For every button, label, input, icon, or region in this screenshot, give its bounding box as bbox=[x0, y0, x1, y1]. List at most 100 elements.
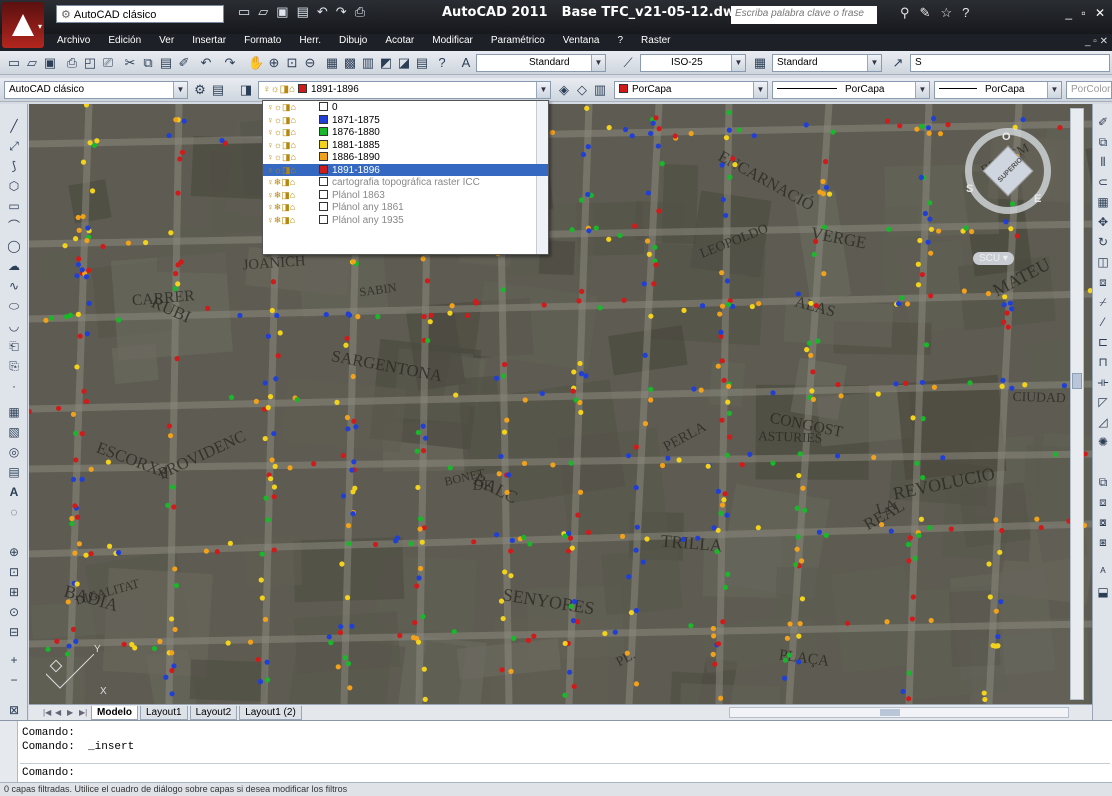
building-dot[interactable] bbox=[723, 212, 729, 219]
menu-item-archivo[interactable]: Archivo bbox=[48, 34, 99, 50]
building-dot[interactable] bbox=[346, 541, 352, 547]
building-dot[interactable] bbox=[70, 626, 77, 632]
building-dot[interactable] bbox=[172, 286, 178, 292]
tab-layout1[interactable]: Layout1 bbox=[140, 706, 188, 720]
multiline-text-icon[interactable]: A bbox=[6, 484, 22, 500]
zoom-scale-icon[interactable]: ⊞ bbox=[6, 584, 22, 600]
save-as-icon[interactable]: ▤ bbox=[297, 4, 309, 20]
menu-item-paramétrico[interactable]: Paramétrico bbox=[482, 34, 554, 50]
arc-icon[interactable]: ⌒ bbox=[6, 218, 22, 234]
scrollbar-thumb[interactable] bbox=[880, 709, 900, 716]
building-dot[interactable] bbox=[720, 619, 726, 625]
building-dot[interactable] bbox=[1022, 382, 1028, 388]
tab-layout1-2-[interactable]: Layout1 (2) bbox=[239, 706, 302, 720]
building-dot[interactable] bbox=[219, 137, 225, 144]
building-dot[interactable] bbox=[688, 623, 694, 629]
building-dot[interactable] bbox=[422, 696, 428, 702]
building-dot[interactable] bbox=[725, 571, 731, 577]
building-dot[interactable] bbox=[265, 333, 271, 339]
building-dot[interactable] bbox=[585, 144, 591, 150]
building-dot[interactable] bbox=[414, 448, 420, 454]
layer-combo[interactable]: ♀☼◨⌂ 1891-1896 ▼ bbox=[258, 81, 551, 99]
building-dot[interactable] bbox=[501, 361, 508, 368]
building-dot[interactable] bbox=[345, 661, 352, 667]
building-dot[interactable] bbox=[922, 210, 928, 217]
building-dot[interactable] bbox=[573, 397, 579, 403]
color-combo[interactable]: PorCapa ▼ bbox=[614, 81, 768, 99]
building-dot[interactable] bbox=[63, 314, 70, 320]
building-dot[interactable] bbox=[606, 124, 612, 131]
scrollbar-thumb[interactable] bbox=[1072, 373, 1082, 389]
building-dot[interactable] bbox=[793, 562, 799, 568]
building-dot[interactable] bbox=[928, 617, 934, 624]
polyline-icon[interactable]: ⟆ bbox=[6, 158, 22, 174]
building-dot[interactable] bbox=[343, 342, 349, 348]
building-dot[interactable] bbox=[711, 633, 717, 639]
building-dot[interactable] bbox=[171, 663, 177, 669]
building-dot[interactable] bbox=[334, 399, 340, 405]
building-dot[interactable] bbox=[1014, 233, 1020, 239]
blend-icon[interactable]: ◿ bbox=[1095, 414, 1111, 430]
multileader-style-combo[interactable]: S bbox=[910, 54, 1110, 72]
building-dot[interactable] bbox=[715, 363, 721, 369]
gradient-icon[interactable]: ▧ bbox=[6, 424, 22, 440]
building-dot[interactable] bbox=[373, 541, 379, 548]
building-dot[interactable] bbox=[680, 536, 686, 543]
building-dot[interactable] bbox=[420, 256, 426, 262]
layer-state-icons[interactable]: ♀☼◨⌂ bbox=[267, 114, 319, 126]
building-dot[interactable] bbox=[355, 314, 361, 320]
building-dot[interactable] bbox=[415, 484, 421, 491]
building-dot[interactable] bbox=[888, 528, 894, 534]
building-dot[interactable] bbox=[74, 514, 81, 520]
building-dot[interactable] bbox=[340, 452, 346, 459]
building-dot[interactable] bbox=[795, 291, 801, 297]
zoom-out-icon[interactable]: − bbox=[6, 672, 22, 688]
building-dot[interactable] bbox=[498, 453, 504, 459]
building-dot[interactable] bbox=[721, 497, 727, 503]
building-dot[interactable] bbox=[897, 123, 903, 129]
building-dot[interactable] bbox=[264, 659, 270, 665]
building-dot[interactable] bbox=[714, 548, 720, 555]
building-dot[interactable] bbox=[80, 213, 86, 220]
building-dot[interactable] bbox=[425, 337, 431, 344]
building-dot[interactable] bbox=[838, 393, 844, 399]
paste-icon[interactable]: ▤ bbox=[158, 55, 174, 71]
building-dot[interactable] bbox=[423, 435, 429, 441]
building-dot[interactable] bbox=[835, 381, 841, 388]
building-dot[interactable] bbox=[339, 561, 345, 567]
calculator-icon[interactable]: ▤ bbox=[414, 55, 430, 71]
building-dot[interactable] bbox=[345, 426, 351, 432]
building-dot[interactable] bbox=[998, 599, 1004, 605]
building-dot[interactable] bbox=[918, 174, 924, 181]
building-dot[interactable] bbox=[799, 596, 806, 602]
building-dot[interactable] bbox=[644, 238, 651, 244]
building-dot[interactable] bbox=[539, 390, 545, 397]
building-dot[interactable] bbox=[884, 619, 890, 625]
building-dot[interactable] bbox=[75, 214, 81, 221]
building-dot[interactable] bbox=[982, 696, 988, 703]
building-dot[interactable] bbox=[724, 452, 730, 458]
layer-row[interactable]: ♀❄◨⌂ Plánol any 1861 bbox=[263, 201, 548, 214]
building-dot[interactable] bbox=[809, 388, 815, 394]
building-dot[interactable] bbox=[732, 162, 738, 168]
building-dot[interactable] bbox=[799, 558, 805, 564]
building-dot[interactable] bbox=[275, 353, 281, 359]
command-window[interactable]: Comando: Comando: _insert Comando: bbox=[0, 720, 1112, 783]
building-dot[interactable] bbox=[174, 356, 180, 362]
menu-item-formato[interactable]: Formato bbox=[235, 34, 290, 50]
building-dot[interactable] bbox=[906, 670, 912, 676]
building-dot[interactable] bbox=[931, 384, 938, 390]
building-dot[interactable] bbox=[163, 674, 169, 680]
building-dot[interactable] bbox=[253, 398, 259, 405]
building-dot[interactable] bbox=[106, 543, 113, 549]
building-dot[interactable] bbox=[571, 683, 577, 689]
layer-state-icons[interactable]: ♀☼◨⌂ bbox=[267, 164, 319, 176]
offset-icon[interactable]: ⊂ bbox=[1095, 174, 1111, 190]
building-dot[interactable] bbox=[987, 594, 993, 600]
building-dot[interactable] bbox=[173, 117, 179, 123]
building-dot[interactable] bbox=[641, 281, 647, 287]
building-dot[interactable] bbox=[644, 536, 650, 542]
building-dot[interactable] bbox=[920, 416, 926, 422]
building-dot[interactable] bbox=[665, 455, 671, 461]
building-dot[interactable] bbox=[451, 629, 457, 635]
